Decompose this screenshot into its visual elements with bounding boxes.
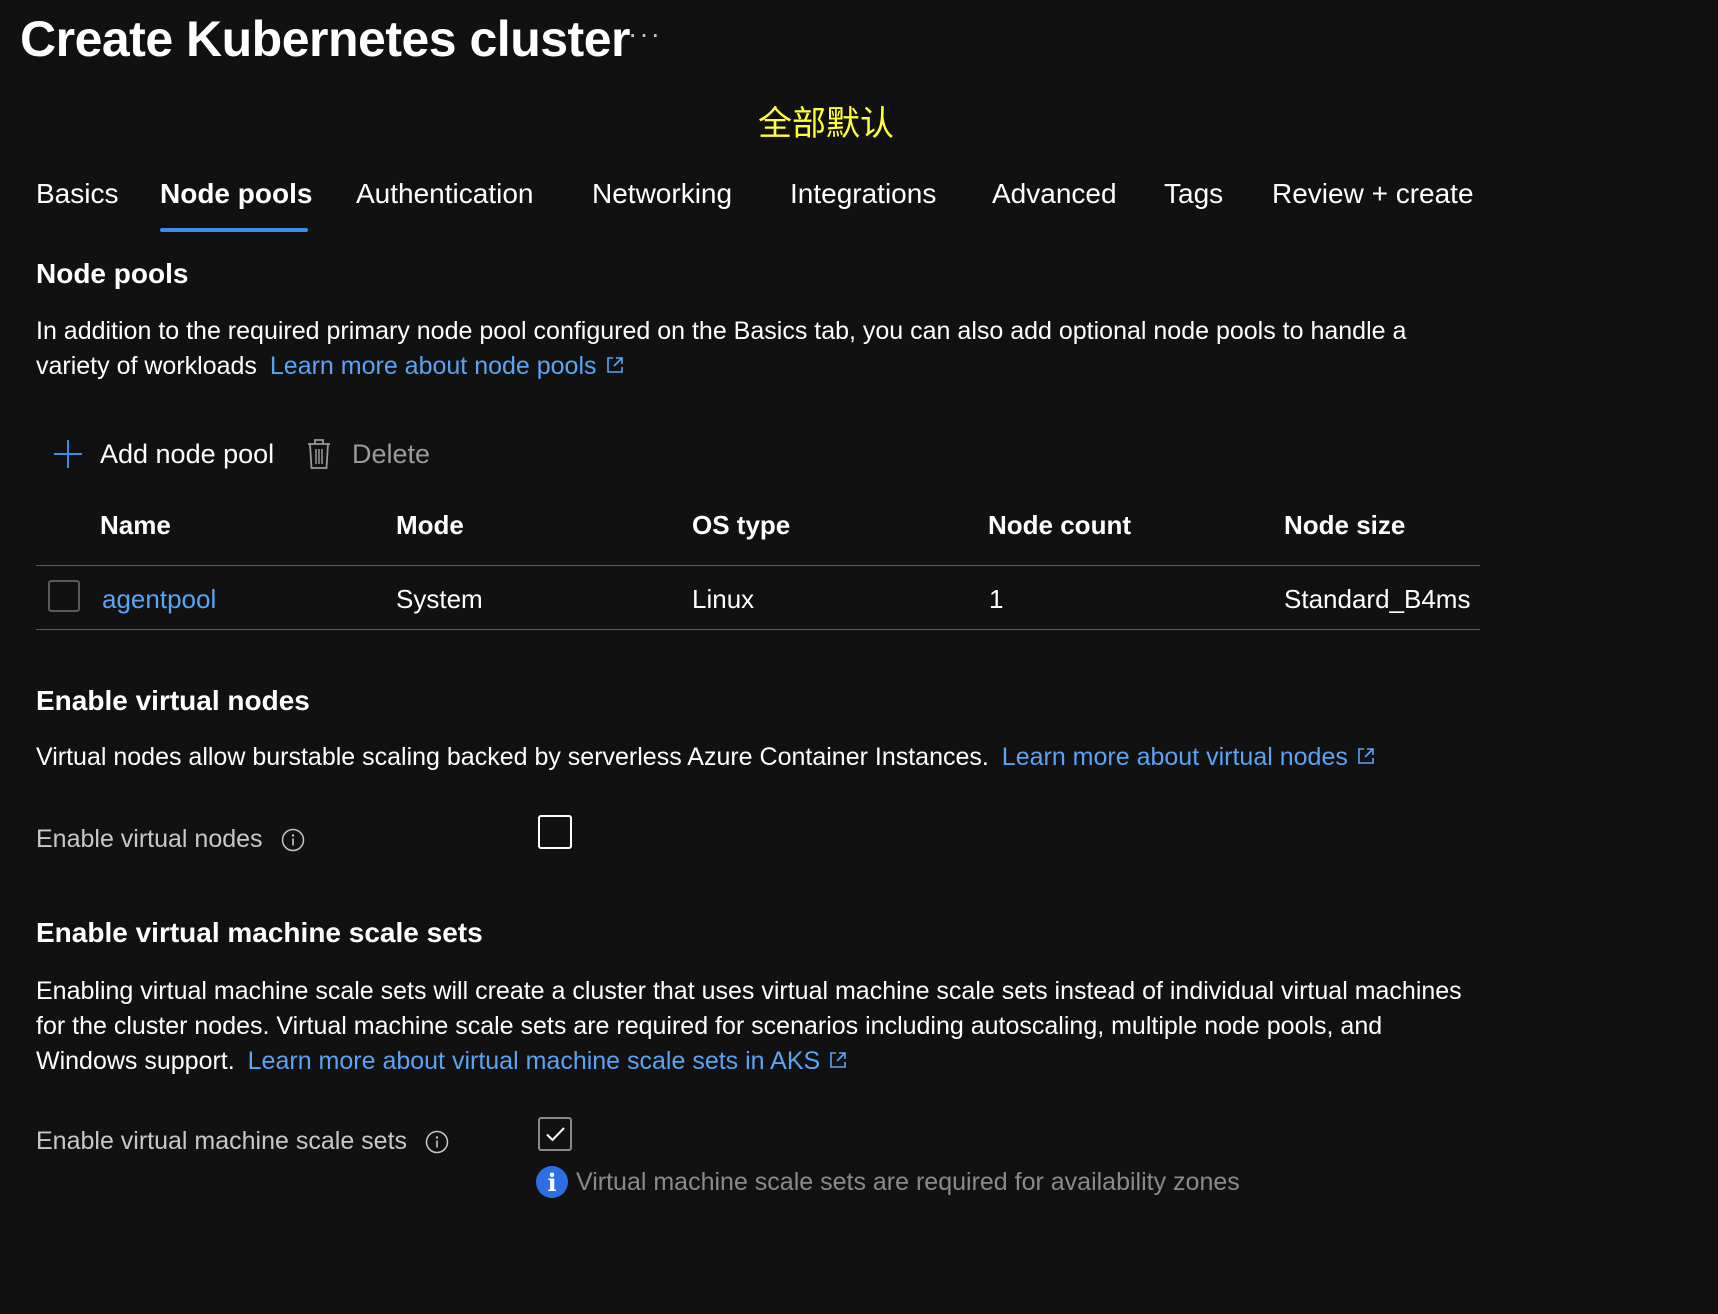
column-header-node-count[interactable]: Node count: [988, 510, 1131, 541]
page-title: Create Kubernetes cluster: [20, 11, 630, 67]
learn-more-vmss-link[interactable]: Learn more about virtual machine scale s…: [248, 1047, 849, 1075]
tab-bar: Basics Node pools Authentication Network…: [36, 178, 1536, 234]
trash-icon: [308, 439, 330, 469]
checkmark-icon: [546, 1127, 565, 1142]
vmss-description: Enabling virtual machine scale sets will…: [36, 974, 1476, 1079]
tab-node-pools[interactable]: Node pools: [160, 178, 312, 210]
tab-advanced[interactable]: Advanced: [992, 178, 1117, 210]
tab-networking[interactable]: Networking: [592, 178, 732, 210]
info-filled-icon: i: [536, 1166, 568, 1198]
enable-virtual-nodes-checkbox[interactable]: [538, 815, 572, 849]
virtual-nodes-heading: Enable virtual nodes: [36, 685, 310, 716]
node-pool-name-link[interactable]: agentpool: [102, 584, 216, 615]
enable-virtual-nodes-label: Enable virtual nodes: [36, 825, 305, 854]
enable-vmss-checkbox[interactable]: [538, 1117, 572, 1151]
node-pools-heading: Node pools: [36, 258, 189, 289]
external-link-icon: [830, 1052, 846, 1068]
virtual-nodes-description: Virtual nodes allow burstable scaling ba…: [36, 740, 1516, 775]
vmss-heading: Enable virtual machine scale sets: [36, 917, 483, 948]
plus-icon: [54, 440, 82, 468]
tab-basics[interactable]: Basics: [36, 178, 118, 210]
node-pool-node-count: 1: [989, 584, 1004, 614]
row-select-checkbox[interactable]: [48, 580, 80, 612]
tab-review-create[interactable]: Review + create: [1272, 178, 1474, 210]
table-header-divider: [36, 565, 1480, 566]
add-node-pool-button[interactable]: Add node pool: [52, 438, 274, 470]
learn-more-virtual-nodes-link[interactable]: Learn more about virtual nodes: [1002, 743, 1376, 771]
column-header-name[interactable]: Name: [100, 510, 171, 541]
delete-button[interactable]: Delete: [306, 438, 430, 470]
node-pool-mode: System: [396, 584, 483, 614]
table-row-divider: [36, 629, 1480, 630]
add-node-pool-label: Add node pool: [100, 438, 275, 469]
node-pools-description-text: In addition to the required primary node…: [36, 317, 1407, 380]
tab-integrations[interactable]: Integrations: [790, 178, 936, 210]
node-pool-node-size: Standard_B4ms: [1284, 584, 1471, 614]
virtual-nodes-description-text: Virtual nodes allow burstable scaling ba…: [36, 743, 989, 771]
active-tab-indicator: [160, 228, 308, 232]
node-pools-description: In addition to the required primary node…: [36, 314, 1476, 384]
column-header-node-size[interactable]: Node size: [1284, 510, 1405, 541]
annotation-text: 全部默认: [758, 104, 894, 144]
delete-label: Delete: [352, 438, 431, 469]
external-link-icon: [1358, 748, 1374, 764]
node-pool-os-type: Linux: [692, 584, 755, 614]
info-circle-icon[interactable]: [281, 828, 305, 852]
enable-vmss-label: Enable virtual machine scale sets: [36, 1127, 449, 1156]
info-circle-icon[interactable]: [425, 1130, 449, 1154]
tab-authentication[interactable]: Authentication: [356, 178, 533, 210]
column-header-os-type[interactable]: OS type: [692, 510, 790, 541]
tab-tags[interactable]: Tags: [1164, 178, 1223, 210]
external-link-icon: [606, 357, 623, 373]
column-header-mode[interactable]: Mode: [396, 510, 464, 541]
learn-more-node-pools-link[interactable]: Learn more about node pools: [270, 352, 625, 380]
vmss-hint: i Virtual machine scale sets are require…: [536, 1166, 1240, 1198]
vmss-hint-text: Virtual machine scale sets are required …: [576, 1167, 1240, 1196]
more-options-button[interactable]: ···: [628, 18, 662, 50]
